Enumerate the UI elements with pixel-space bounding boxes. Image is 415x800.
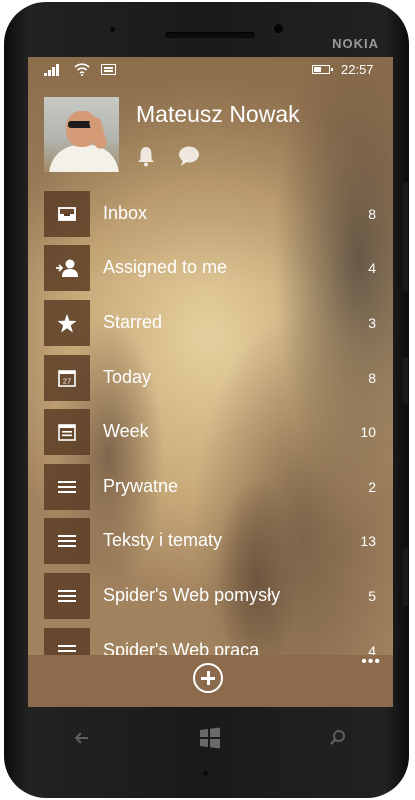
app-bar: ••• [28,654,393,707]
list-item-starred[interactable]: Starred 3 [28,300,393,346]
list-item-prywatne[interactable]: Prywatne 2 [28,464,393,510]
svg-text:27: 27 [63,377,71,386]
list-icon [44,573,90,619]
list-item-today[interactable]: 27 Today 8 [28,355,393,401]
star-icon [44,300,90,346]
inbox-icon [44,191,90,237]
list-item-count: 3 [368,315,376,331]
avatar[interactable] [44,97,119,172]
list-item-label: Assigned to me [103,257,228,277]
status-clock: 22:57 [341,62,374,77]
list-item-label: Starred [103,312,163,332]
status-bar: 22:57 [28,57,393,83]
list-item-label: Week [103,421,149,441]
camera-button [403,547,408,607]
brand-logo: NOKIA [332,36,379,51]
list-item-count: 4 [368,260,376,276]
chat-bubble-icon[interactable] [178,145,200,167]
list-item-label: Today [103,367,152,387]
bell-icon[interactable] [136,145,156,167]
signal-icon [44,64,59,76]
volume-button [403,182,408,292]
power-button [403,357,408,405]
week-icon [44,409,90,455]
list-item-count: 13 [360,533,376,549]
list-item-label: Prywatne [103,476,179,496]
assigned-icon [44,245,90,291]
list-item-teksty[interactable]: Teksty i tematy 13 [28,518,393,564]
search-icon[interactable] [324,724,352,752]
list-item-count: 8 [368,370,376,386]
list-item-inbox[interactable]: Inbox 8 [28,191,393,237]
list-item-label: Teksty i tematy [103,530,223,550]
list-item-label: Spider's Web pomysły [103,585,281,605]
earpiece-speaker [165,32,255,38]
list-item-label: Inbox [103,203,148,223]
front-camera [274,24,283,33]
sensor [110,27,115,32]
windows-start-icon[interactable] [196,724,224,752]
list-icon [44,518,90,564]
list-item-count: 8 [368,206,376,222]
list-item-count: 10 [360,424,376,440]
hardware-nav-bar [28,714,393,764]
list-item-assigned[interactable]: Assigned to me 4 [28,245,393,291]
wifi-icon [74,63,90,76]
profile-name[interactable]: Mateusz Nowak [136,101,300,128]
list-item-spiders-web-pomysly[interactable]: Spider's Web pomysły 5 [28,573,393,619]
notification-message-icon [101,64,116,75]
screen: 22:57 Mateusz Nowak Inbox 8 Assigned to … [28,57,393,707]
phone-frame: NOKIA 22:57 Mateusz Nowak Inbox 8 Assign… [4,2,409,798]
list-item-week[interactable]: Week 10 [28,409,393,455]
back-arrow-icon[interactable] [68,724,96,752]
more-options-button[interactable]: ••• [361,654,381,670]
calendar-icon: 27 [44,355,90,401]
list-item-count: 5 [368,588,376,604]
list-item-count: 2 [368,479,376,495]
ambient-sensor [203,771,208,776]
list-icon [44,464,90,510]
battery-icon [312,65,333,74]
add-list-button[interactable] [193,663,223,693]
profile-header: Mateusz Nowak [44,97,389,177]
